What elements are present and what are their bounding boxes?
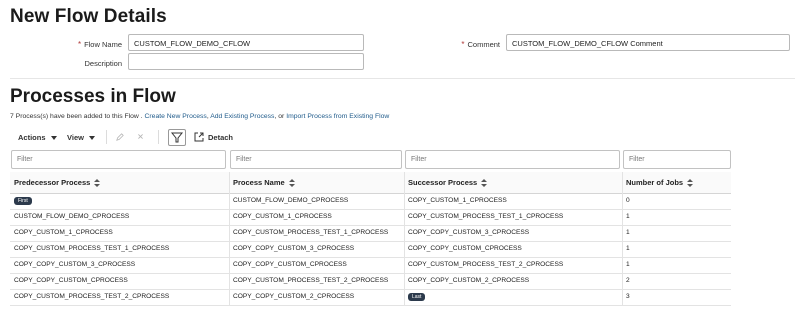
column-label: Process Name	[233, 178, 285, 187]
table-toolbar: Actions View Detach	[10, 128, 250, 148]
successor-cell: COPY_COPY_CUSTOM_2_CPROCESS	[408, 277, 530, 284]
successor-cell: COPY_CUSTOM_PROCESS_TEST_2_CPROCESS	[408, 261, 564, 268]
process-name-cell: CUSTOM_FLOW_DEMO_CPROCESS	[233, 197, 349, 204]
chevron-down-icon	[88, 135, 95, 140]
jobs-cell: 2	[626, 277, 630, 284]
jobs-cell: 1	[626, 245, 630, 252]
toolbar-separator	[158, 130, 159, 144]
toolbar-separator	[106, 130, 107, 144]
successor-cell: COPY_COPY_CUSTOM_3_CPROCESS	[408, 229, 530, 236]
description-label: Description	[84, 59, 122, 68]
info-prefix: 7 Process(s) have been added to this Flo…	[10, 113, 145, 120]
close-icon[interactable]	[137, 133, 144, 142]
process-name-cell: COPY_CUSTOM_PROCESS_TEST_1_CPROCESS	[233, 229, 389, 236]
successor-cell: COPY_CUSTOM_1_CPROCESS	[408, 197, 507, 204]
sort-icon	[481, 178, 488, 187]
process-name-cell: COPY_COPY_CUSTOM_CPROCESS	[233, 261, 347, 268]
section-divider	[10, 78, 795, 79]
actions-label: Actions	[18, 133, 46, 142]
predecessor-filter-input[interactable]: Filter	[11, 150, 226, 169]
sort-icon	[94, 178, 101, 187]
successor-cell: COPY_COPY_CUSTOM_CPROCESS	[408, 245, 522, 252]
import-process-link[interactable]: Import Process from Existing Flow	[286, 113, 389, 120]
create-process-link[interactable]: Create New Process	[145, 113, 207, 120]
jobs-cell: 0	[626, 197, 630, 204]
filter-toggle-button[interactable]	[168, 129, 186, 146]
flow-name-field[interactable]: CUSTOM_FLOW_DEMO_CFLOW	[128, 34, 364, 51]
predecessor-cell: COPY_CUSTOM_1_CPROCESS	[14, 229, 113, 236]
column-divider	[404, 172, 405, 305]
sort-icon	[288, 178, 295, 187]
predecessor-cell: COPY_CUSTOM_PROCESS_TEST_2_CPROCESS	[14, 293, 170, 300]
jobs-cell: 1	[626, 229, 630, 236]
comment-label-text: Comment	[467, 40, 500, 49]
view-menu-button[interactable]: View	[67, 133, 95, 142]
successor-filter-input[interactable]: Filter	[405, 150, 620, 169]
column-header-predecessor[interactable]: Predecessor Process	[14, 178, 101, 187]
section-title: Processes in Flow	[10, 86, 176, 107]
process-name-cell: COPY_COPY_CUSTOM_2_CPROCESS	[233, 293, 355, 300]
detach-button[interactable]: Detach	[194, 132, 233, 142]
detach-label: Detach	[208, 132, 234, 142]
sort-icon	[687, 178, 694, 187]
predecessor-cell: COPY_COPY_CUSTOM_CPROCESS	[14, 277, 128, 284]
chevron-down-icon	[50, 135, 57, 140]
filter-icon	[170, 132, 184, 143]
required-mark: *	[461, 40, 465, 49]
page-title: New Flow Details	[10, 6, 167, 27]
process-name-cell: COPY_COPY_CUSTOM_3_CPROCESS	[233, 245, 355, 252]
predecessor-cell: First	[14, 197, 32, 205]
column-label: Number of Jobs	[626, 178, 684, 187]
predecessor-cell: CUSTOM_FLOW_DEMO_CPROCESS	[14, 213, 130, 220]
info-sep-2: , or	[274, 113, 287, 120]
predecessor-cell: COPY_COPY_CUSTOM_3_CPROCESS	[14, 261, 136, 268]
jobs-cell: 3	[626, 293, 630, 300]
first-badge: First	[14, 197, 32, 205]
process-name-cell: COPY_CUSTOM_PROCESS_TEST_2_CPROCESS	[233, 277, 389, 284]
process-info-text: 7 Process(s) have been added to this Flo…	[10, 113, 389, 120]
jobs-filter-input[interactable]: Filter	[623, 150, 731, 169]
column-header-jobs[interactable]: Number of Jobs	[626, 178, 694, 187]
column-label: Successor Process	[408, 178, 478, 187]
flow-name-label-text: Flow Name	[84, 40, 122, 49]
successor-cell: COPY_CUSTOM_PROCESS_TEST_1_CPROCESS	[408, 213, 564, 220]
process-name-cell: COPY_CUSTOM_1_CPROCESS	[233, 213, 332, 220]
jobs-cell: 1	[626, 213, 630, 220]
successor-cell: Last	[408, 293, 426, 301]
column-label: Predecessor Process	[14, 178, 91, 187]
detach-icon	[194, 132, 204, 142]
column-divider	[229, 172, 230, 305]
last-badge: Last	[408, 293, 426, 301]
flow-name-label: * Flow Name	[60, 40, 122, 49]
column-header-process-name[interactable]: Process Name	[233, 178, 295, 187]
view-label: View	[67, 133, 84, 142]
process-filter-input[interactable]: Filter	[230, 150, 402, 169]
add-existing-process-link[interactable]: Add Existing Process	[210, 113, 274, 120]
comment-field[interactable]: CUSTOM_FLOW_DEMO_CFLOW Comment	[506, 34, 790, 51]
comment-label: * Comment	[440, 40, 500, 49]
column-header-successor[interactable]: Successor Process	[408, 178, 488, 187]
column-divider	[622, 172, 623, 305]
jobs-cell: 1	[626, 261, 630, 268]
pencil-icon[interactable]	[116, 133, 124, 143]
actions-menu-button[interactable]: Actions	[18, 133, 57, 142]
predecessor-cell: COPY_CUSTOM_PROCESS_TEST_1_CPROCESS	[14, 245, 170, 252]
description-field[interactable]	[128, 53, 364, 70]
required-mark: *	[77, 40, 82, 49]
